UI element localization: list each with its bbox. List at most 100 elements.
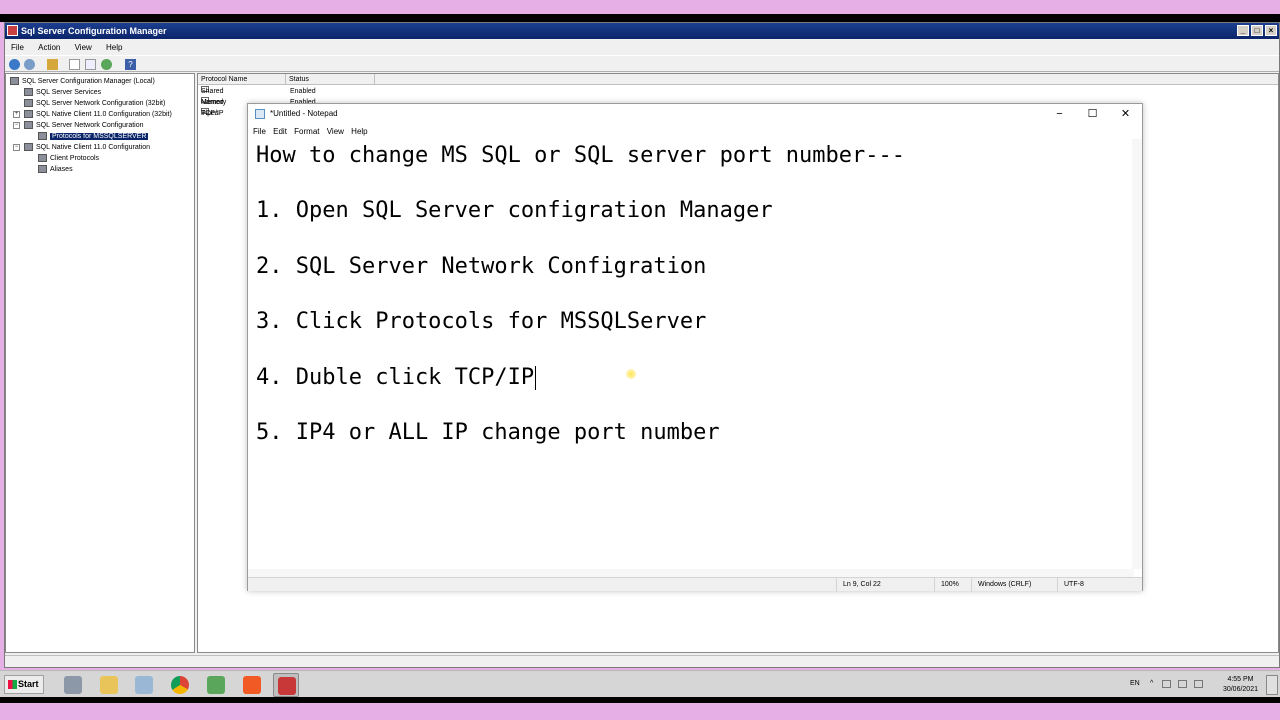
table-row[interactable]: Shared Memory Enabled: [198, 86, 498, 106]
list-header: Protocol Name Status: [198, 74, 1278, 85]
close-icon[interactable]: ✕: [1109, 104, 1142, 124]
horizontal-scrollbar[interactable]: [248, 569, 1134, 577]
menu-help[interactable]: Help: [346, 124, 367, 139]
tree-item-network-config-32bit[interactable]: SQL Server Network Configuration (32bit): [24, 98, 165, 109]
collapse-icon[interactable]: −: [13, 122, 20, 129]
text-line: 1. Open SQL Server configration Manager: [256, 198, 773, 223]
text-line-with-caret: 4. Duble click TCP/IP: [256, 364, 537, 392]
tree-item-native-client-32bit[interactable]: SQL Native Client 11.0 Configuration (32…: [24, 109, 172, 120]
tree-item-label: SQL Native Client 11.0 Configuration: [36, 144, 151, 151]
language-indicator[interactable]: EN: [1130, 680, 1140, 687]
tree-item-protocols-mssqlserver[interactable]: Protocols for MSSQLSERVER: [38, 131, 149, 142]
maximize-icon[interactable]: ☐: [1076, 104, 1109, 124]
maximize-icon[interactable]: □: [1251, 25, 1263, 36]
clock-date: 30/06/2021: [1222, 686, 1258, 693]
chrome-icon: [171, 676, 189, 694]
scm-menu-bar: File Action View Help: [5, 40, 1279, 55]
menu-format[interactable]: Format: [289, 124, 319, 139]
clock-time: 4:55 PM: [1227, 676, 1254, 683]
aliases-icon: [38, 165, 47, 174]
tree-item-native-client[interactable]: SQL Native Client 11.0 Configuration: [24, 142, 150, 153]
collapse-icon[interactable]: −: [13, 144, 20, 151]
minimize-icon[interactable]: −: [1043, 104, 1076, 124]
taskbar-app-powershell[interactable]: [131, 673, 157, 697]
scm-status-bar: [5, 655, 1279, 667]
scm-title-bar[interactable]: Sql Server Configuration Manager _ □ ×: [5, 23, 1279, 39]
flag-icon[interactable]: [1162, 680, 1171, 688]
network-icon: [24, 99, 33, 108]
taskbar-app-brave[interactable]: [239, 673, 265, 697]
menu-action[interactable]: Action: [32, 40, 66, 55]
taskbar: Start EN ^ 4:55 PM 30/06/2021: [0, 670, 1280, 697]
expand-icon[interactable]: +: [13, 111, 20, 118]
clock[interactable]: 4:55 PM 30/06/2021: [1223, 675, 1258, 695]
tree-item-aliases[interactable]: Aliases: [38, 164, 73, 175]
help-icon[interactable]: ?: [125, 59, 136, 70]
up-folder-icon[interactable]: [47, 59, 58, 70]
vertical-scrollbar[interactable]: [1132, 139, 1142, 569]
menu-edit[interactable]: Edit: [268, 124, 287, 139]
tree-item-root[interactable]: SQL Server Configuration Manager (Local): [10, 76, 155, 87]
client-icon: [24, 110, 33, 119]
tree-item-services[interactable]: SQL Server Services: [24, 87, 101, 98]
taskbar-app-sql-config[interactable]: [273, 673, 299, 697]
text-line: 4. Duble click TCP/IP: [256, 365, 535, 390]
forward-arrow-icon[interactable]: [24, 59, 35, 70]
server-icon: [24, 88, 33, 97]
server-manager-icon: [64, 676, 82, 694]
cursor-position: Ln 9, Col 22: [836, 578, 934, 592]
column-header-status[interactable]: Status: [286, 74, 375, 85]
menu-file[interactable]: File: [248, 124, 266, 139]
text-line: How to change MS SQL or SQL server port …: [256, 143, 906, 168]
mouse-pointer-highlight-icon: [626, 369, 636, 379]
taskbar-app-chrome[interactable]: [167, 673, 193, 697]
powershell-icon: [135, 676, 153, 694]
tree-item-label: SQL Native Client 11.0 Configuration (32…: [36, 111, 172, 118]
network-icon[interactable]: [1178, 680, 1187, 688]
tree-item-network-config[interactable]: SQL Server Network Configuration: [24, 120, 144, 131]
network-icon: [24, 121, 33, 130]
tree-item-label: Client Protocols: [50, 155, 100, 162]
tree-item-label: SQL Server Services: [36, 89, 102, 96]
protocol-status: Enabled: [290, 88, 316, 95]
line-ending: Windows (CRLF): [971, 578, 1057, 592]
column-header-protocol-name[interactable]: Protocol Name: [198, 74, 286, 85]
console-tree: SQL Server Configuration Manager (Local)…: [5, 73, 195, 653]
start-label: Start: [18, 679, 39, 689]
tree-item-client-protocols[interactable]: Client Protocols: [38, 153, 99, 164]
volume-icon[interactable]: [1194, 680, 1203, 688]
refresh-icon[interactable]: [101, 59, 112, 70]
system-tray: EN ^ 4:55 PM 30/06/2021: [1124, 671, 1280, 698]
sql-config-app-icon: [7, 25, 18, 36]
show-desktop-button[interactable]: [1266, 675, 1278, 695]
notepad-title-text: *Untitled - Notepad: [270, 109, 338, 118]
start-button[interactable]: Start: [4, 675, 44, 694]
windows-logo-icon: [8, 680, 17, 689]
back-arrow-icon[interactable]: [9, 59, 20, 70]
scm-title-text: Sql Server Configuration Manager: [21, 26, 167, 36]
brave-icon: [243, 676, 261, 694]
menu-view[interactable]: View: [69, 40, 98, 55]
show-hide-tree-icon[interactable]: [69, 59, 80, 70]
minimize-icon[interactable]: _: [1237, 25, 1249, 36]
protocols-icon: [38, 154, 47, 163]
chevron-up-icon[interactable]: ^: [1150, 680, 1159, 688]
menu-view[interactable]: View: [322, 124, 344, 139]
config-manager-icon: [10, 77, 19, 86]
taskbar-app-explorer[interactable]: [96, 673, 122, 697]
scm-toolbar: ?: [5, 55, 1279, 72]
menu-help[interactable]: Help: [100, 40, 128, 55]
tree-item-label: Protocols for MSSQLSERVER: [50, 133, 149, 140]
notepad-title-bar[interactable]: *Untitled - Notepad − ☐ ✕: [248, 104, 1142, 124]
close-icon[interactable]: ×: [1265, 25, 1277, 36]
letterbox-top: [0, 14, 1280, 22]
toolbox-icon: [278, 677, 296, 695]
properties-icon[interactable]: [85, 59, 96, 70]
notepad-text-area[interactable]: How to change MS SQL or SQL server port …: [249, 139, 1133, 569]
menu-file[interactable]: File: [5, 40, 30, 55]
notepad-icon: [255, 109, 265, 119]
text-line: 5. IP4 or ALL IP change port number: [256, 420, 720, 445]
taskbar-app-task-manager[interactable]: [203, 673, 229, 697]
zoom-level: 100%: [934, 578, 971, 592]
taskbar-app-server-manager[interactable]: [60, 673, 86, 697]
